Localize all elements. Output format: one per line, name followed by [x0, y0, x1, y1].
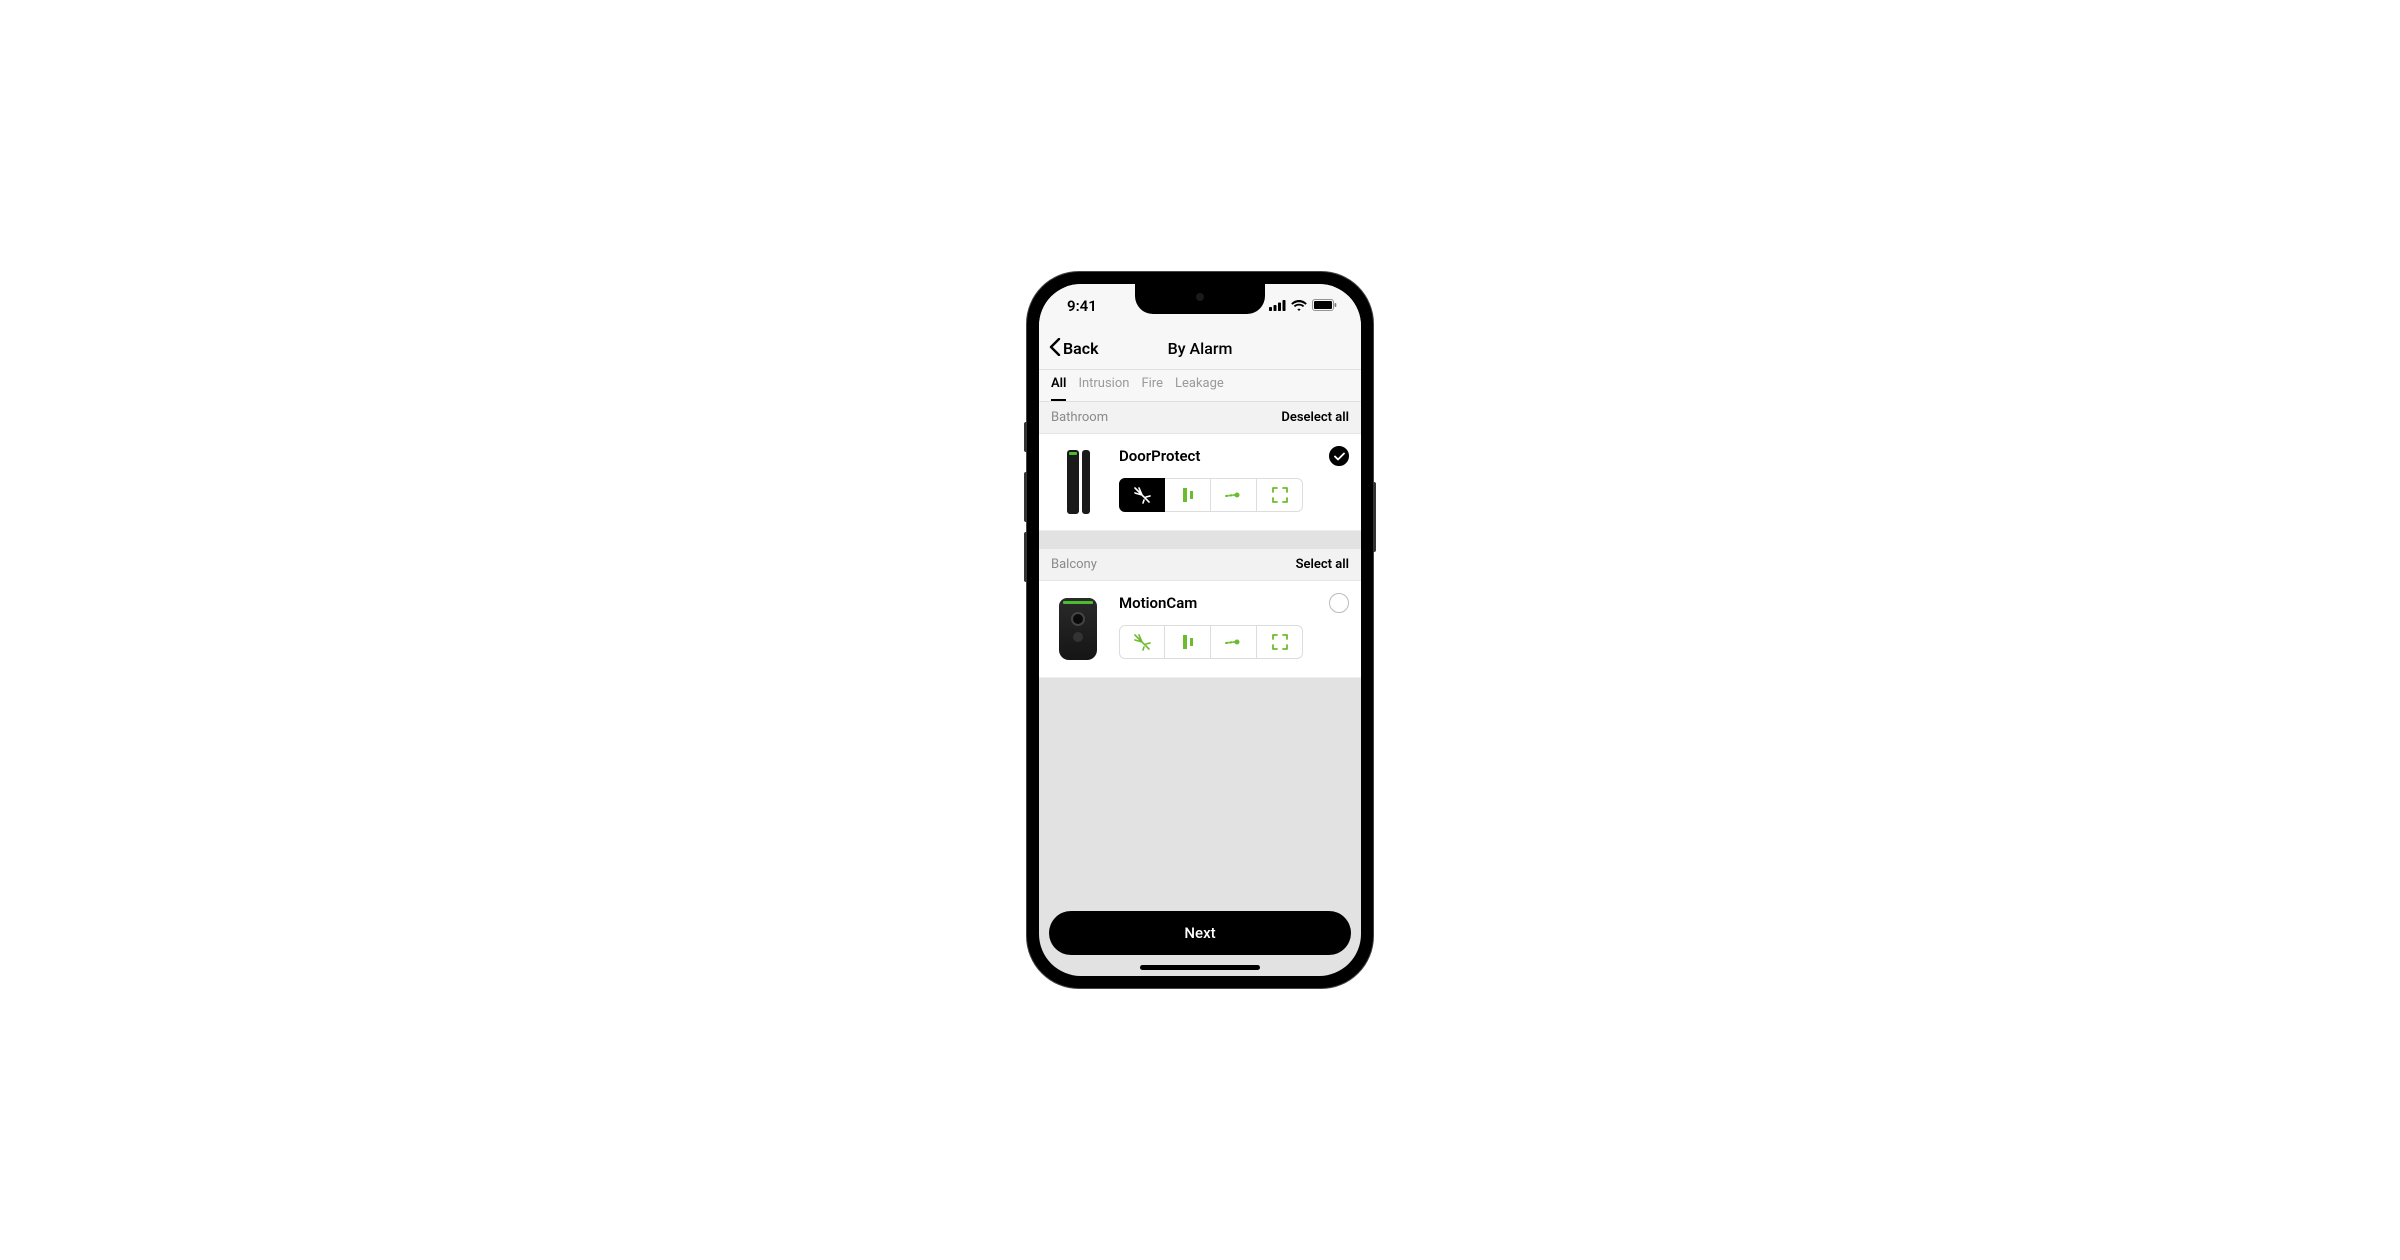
- attr-tamper[interactable]: [1165, 478, 1211, 512]
- section-name: Balcony: [1051, 557, 1097, 572]
- attr-glass[interactable]: [1211, 625, 1257, 659]
- intrusion-icon: [1132, 632, 1152, 652]
- wifi-icon: [1291, 297, 1307, 315]
- home-indicator[interactable]: [1140, 965, 1260, 970]
- glass-icon: [1224, 632, 1244, 652]
- select-all-button[interactable]: Select all: [1296, 557, 1349, 572]
- chevron-left-icon: [1049, 338, 1061, 360]
- intrusion-icon: [1132, 485, 1152, 505]
- device-name: DoorProtect: [1119, 447, 1200, 465]
- tab-leakage[interactable]: Leakage: [1175, 376, 1224, 401]
- attr-intrusion[interactable]: [1119, 625, 1165, 659]
- device-row-doorprotect[interactable]: DoorProtect: [1039, 434, 1361, 531]
- nav-bar: Back By Alarm: [1039, 328, 1361, 370]
- attr-expand[interactable]: [1257, 625, 1303, 659]
- device-image: [1051, 446, 1105, 518]
- attr-tamper[interactable]: [1165, 625, 1211, 659]
- check-icon: [1334, 452, 1345, 461]
- notch: [1135, 284, 1265, 314]
- screen: 9:41 Back By Alarm: [1039, 284, 1361, 976]
- section-header-bathroom: Bathroom Deselect all: [1039, 402, 1361, 434]
- attr-expand[interactable]: [1257, 478, 1303, 512]
- cellular-icon: [1269, 297, 1286, 315]
- glass-icon: [1224, 485, 1244, 505]
- tab-intrusion[interactable]: Intrusion: [1078, 376, 1129, 401]
- next-button[interactable]: Next: [1049, 911, 1351, 955]
- tab-fire[interactable]: Fire: [1141, 376, 1163, 401]
- section-gap: [1039, 531, 1361, 549]
- page-title: By Alarm: [1168, 339, 1233, 358]
- section-name: Bathroom: [1051, 410, 1108, 425]
- content-spacer: [1039, 678, 1361, 911]
- back-button[interactable]: Back: [1049, 338, 1099, 360]
- battery-icon: [1312, 297, 1337, 315]
- expand-icon: [1271, 486, 1289, 504]
- phone-frame: 9:41 Back By Alarm: [1027, 272, 1373, 988]
- deselect-all-button[interactable]: Deselect all: [1281, 410, 1349, 425]
- tabs: All Intrusion Fire Leakage: [1039, 370, 1361, 402]
- device-name: MotionCam: [1119, 594, 1197, 612]
- device-checkbox[interactable]: [1329, 446, 1349, 466]
- tamper-icon: [1178, 632, 1198, 652]
- back-label: Back: [1063, 339, 1099, 358]
- attribute-row: [1119, 478, 1349, 512]
- device-row-motioncam[interactable]: MotionCam: [1039, 581, 1361, 678]
- tab-all[interactable]: All: [1051, 376, 1066, 401]
- status-time: 9:41: [1067, 297, 1097, 315]
- expand-icon: [1271, 633, 1289, 651]
- attribute-row: [1119, 625, 1349, 659]
- tamper-icon: [1178, 485, 1198, 505]
- attr-glass[interactable]: [1211, 478, 1257, 512]
- device-image: [1051, 593, 1105, 665]
- attr-intrusion[interactable]: [1119, 478, 1165, 512]
- section-header-balcony: Balcony Select all: [1039, 549, 1361, 581]
- device-checkbox[interactable]: [1329, 593, 1349, 613]
